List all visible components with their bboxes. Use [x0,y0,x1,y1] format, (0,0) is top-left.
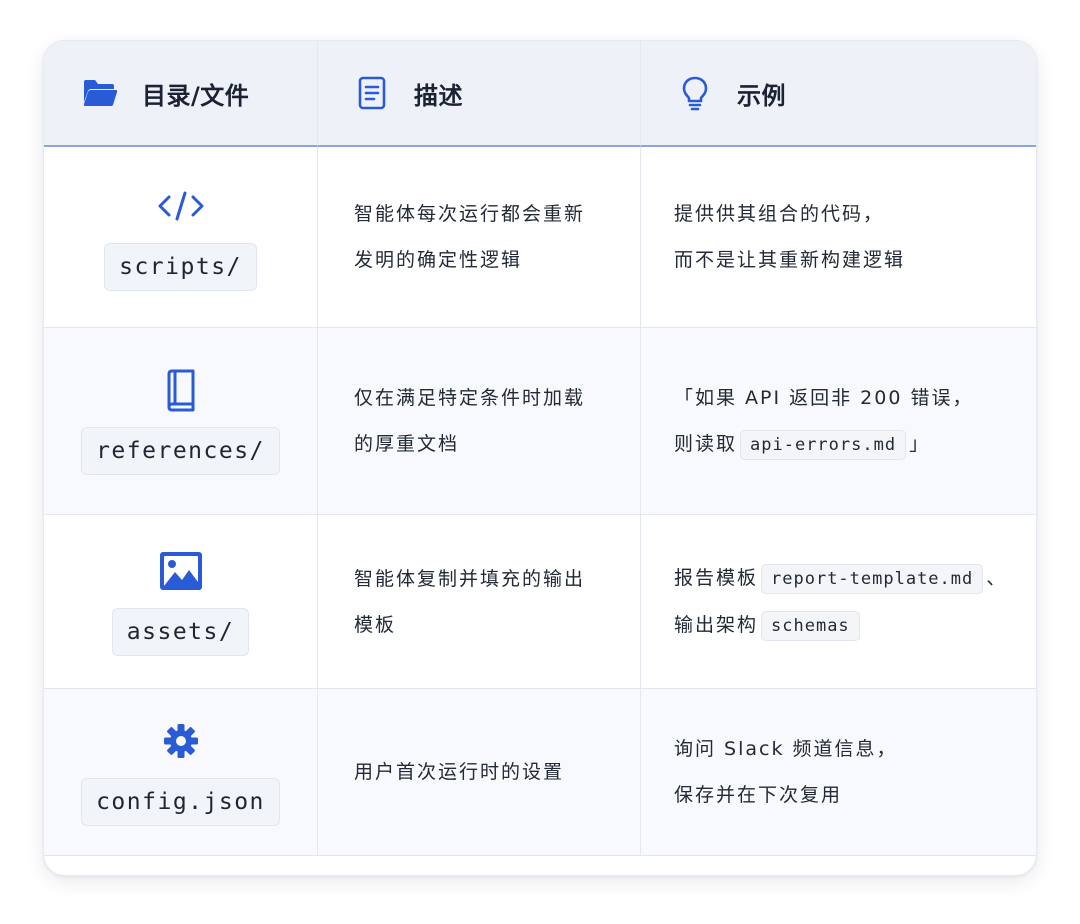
directory-name-chip: references/ [81,427,280,475]
directory-table: 目录/文件 描述 示例 scripts/ 智能体每次运行都会重新 发明的确定性逻… [44,41,1036,856]
description-line: 用户首次运行时的设置 [354,761,565,783]
directory-name-chip: assets/ [111,607,250,656]
description-line: 模板 [354,613,397,636]
example-text: 输出架构 [674,613,759,636]
description-line: 的厚重文档 [354,433,460,455]
row-scripts-description: 智能体每次运行都会重新 发明的确定性逻辑 [318,147,641,328]
row-references-name-cell: references/ [44,328,318,515]
description-line: 发明的确定性逻辑 [354,249,523,271]
example-text: 、 [986,566,1006,589]
inline-code-filename: api-errors.md [740,429,907,460]
folder-open-icon [82,75,118,111]
header-label-example: 示例 [737,81,786,110]
example-text: 报告模板 [674,566,759,589]
row-assets-example: 报告模板 report-template.md、 输出架构 schemas [641,515,1036,689]
row-scripts-example: 提供供其组合的代码， 而不是让其重新构建逻辑 [641,147,1036,328]
gear-icon [162,718,200,764]
example-line: 保存并在下次复用 [674,784,843,806]
example-text: 」 [909,432,929,455]
description-line: 仅在满足特定条件时加载 [354,387,586,409]
example-line: 提供供其组合的代码， [674,203,885,225]
example-line: 而不是让其重新构建逻辑 [674,249,906,271]
document-icon [354,75,390,111]
row-config-example: 询问 Slack 频道信息， 保存并在下次复用 [641,689,1036,856]
directory-name-chip: config.json [81,778,280,826]
book-icon [164,367,198,413]
header-label-description: 描述 [414,81,463,110]
example-line: 报告模板 report-template.md、 [674,555,1020,602]
description-line: 智能体每次运行都会重新 [354,203,586,225]
header-directory: 目录/文件 [44,41,318,147]
header-label-directory: 目录/文件 [142,81,250,110]
header-description: 描述 [318,41,641,147]
row-config-name-cell: config.json [44,689,318,856]
example-line: 询问 Slack 频道信息， [674,738,898,760]
directory-table-card: 目录/文件 描述 示例 scripts/ 智能体每次运行都会重新 发明的确定性逻… [43,40,1037,876]
row-scripts-name-cell: scripts/ [44,147,318,328]
row-references-example: 「如果 API 返回非 200 错误， 则读取 api-errors.md」 [641,328,1036,515]
directory-name-chip: scripts/ [104,243,257,291]
inline-code-filename: report-template.md [761,563,984,594]
row-assets-name-cell: assets/ [44,515,318,689]
example-line: 输出架构 schemas [674,602,1020,649]
inline-code-filename: schemas [761,610,860,641]
code-icon [156,183,206,229]
row-config-description: 用户首次运行时的设置 [318,689,641,856]
image-icon [158,548,204,594]
row-references-description: 仅在满足特定条件时加载 的厚重文档 [318,328,641,515]
row-assets-description: 智能体复制并填充的输出 模板 [318,515,641,689]
example-line: 则读取 api-errors.md」 [674,421,1020,468]
header-example: 示例 [641,41,1036,147]
description-line: 智能体复制并填充的输出 [354,567,586,590]
example-text: 则读取 [674,432,738,455]
lightbulb-icon [677,75,713,111]
example-line: 「如果 API 返回非 200 错误， [674,386,974,409]
